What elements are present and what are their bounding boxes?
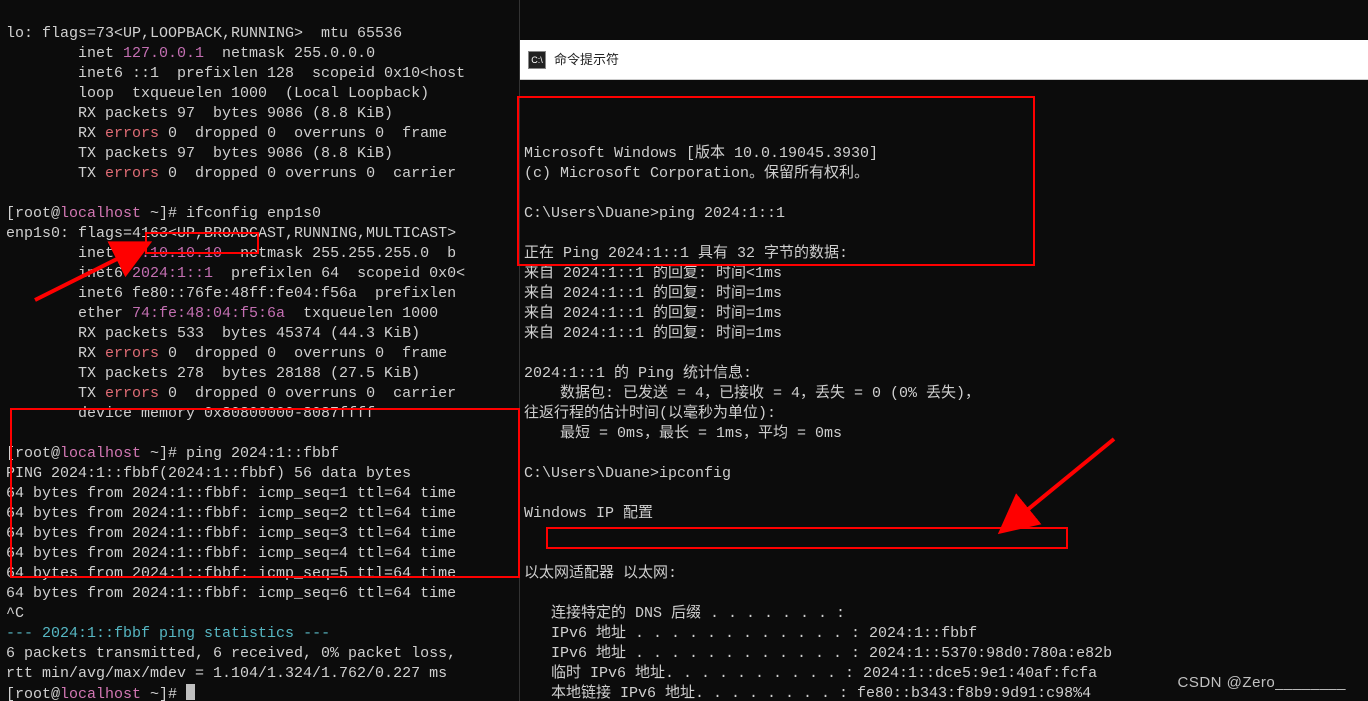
line: 正在 Ping 2024:1::1 具有 32 字节的数据:	[524, 245, 848, 262]
prompt: [root@localhost ~]# ping 2024:1::fbbf	[6, 445, 339, 462]
line: IPv6 地址 . . . . . . . . . . . . : 2024:1…	[524, 625, 977, 642]
line: inet6 2024:1::1 prefixlen 64 scopeid 0x0…	[6, 265, 465, 282]
line: enp1s0: flags=4163<UP,BROADCAST,RUNNING,…	[6, 225, 456, 242]
line: 64 bytes from 2024:1::fbbf: icmp_seq=1 t…	[6, 485, 456, 502]
line: IPv6 地址 . . . . . . . . . . . . : 2024:1…	[524, 645, 1112, 662]
windows-cmd[interactable]: C:\ 命令提示符 Microsoft Windows [版本 10.0.190…	[519, 0, 1368, 701]
line: 64 bytes from 2024:1::fbbf: icmp_seq=3 t…	[6, 525, 456, 542]
line: 以太网适配器 以太网:	[524, 565, 677, 582]
line: 临时 IPv6 地址. . . . . . . . . . : 2024:1::…	[524, 665, 1097, 682]
line: RX errors 0 dropped 0 overruns 0 frame	[6, 345, 456, 362]
line: 往返行程的估计时间(以毫秒为单位):	[524, 405, 776, 422]
line: 连接特定的 DNS 后缀 . . . . . . . :	[524, 605, 845, 622]
line: RX errors 0 dropped 0 overruns 0 frame	[6, 125, 456, 142]
line: 6 packets transmitted, 6 received, 0% pa…	[6, 645, 456, 662]
line: 来自 2024:1::1 的回复: 时间=1ms	[524, 285, 782, 302]
line: RX packets 97 bytes 9086 (8.8 KiB)	[6, 105, 393, 122]
line: 本地链接 IPv6 地址. . . . . . . . : fe80::b343…	[524, 685, 1091, 701]
line: Microsoft Windows [版本 10.0.19045.3930]	[524, 145, 878, 162]
watermark: CSDN @Zero________	[1178, 674, 1346, 691]
line: 来自 2024:1::1 的回复: 时间=1ms	[524, 305, 782, 322]
cmd-icon: C:\	[528, 51, 546, 69]
line: C:\Users\Duane>ping 2024:1::1	[524, 205, 785, 222]
line: 64 bytes from 2024:1::fbbf: icmp_seq=6 t…	[6, 585, 456, 602]
line: device memory 0x80800000-8087ffff	[6, 405, 375, 422]
line: 最短 = 0ms，最长 = 1ms，平均 = 0ms	[524, 425, 842, 442]
line: 来自 2024:1::1 的回复: 时间=1ms	[524, 325, 782, 342]
cmd-titlebar: C:\ 命令提示符	[520, 40, 1368, 80]
line: TX errors 0 dropped 0 overruns 0 carrier	[6, 385, 465, 402]
line: 64 bytes from 2024:1::fbbf: icmp_seq=4 t…	[6, 545, 456, 562]
line: (c) Microsoft Corporation。保留所有权利。	[524, 165, 869, 182]
line: lo: flags=73<UP,LOOPBACK,RUNNING> mtu 65…	[6, 25, 402, 42]
line: TX packets 97 bytes 9086 (8.8 KiB)	[6, 145, 393, 162]
line: TX errors 0 dropped 0 overruns 0 carrier	[6, 165, 465, 182]
line: 64 bytes from 2024:1::fbbf: icmp_seq=5 t…	[6, 565, 456, 582]
line: 64 bytes from 2024:1::fbbf: icmp_seq=2 t…	[6, 505, 456, 522]
line: 数据包: 已发送 = 4，已接收 = 4，丢失 = 0 (0% 丢失)，	[524, 385, 980, 402]
cmd-title: 命令提示符	[554, 50, 619, 70]
cursor-icon	[186, 684, 195, 700]
line: C:\Users\Duane>ipconfig	[524, 465, 731, 482]
line: Windows IP 配置	[524, 505, 653, 522]
prompt[interactable]: [root@localhost ~]#	[6, 686, 195, 701]
line: TX packets 278 bytes 28188 (27.5 KiB)	[6, 365, 420, 382]
line: inet 127.0.0.1 netmask 255.0.0.0	[6, 45, 375, 62]
line: inet6 fe80::76fe:48ff:fe04:f56a prefixle…	[6, 285, 456, 302]
prompt: [root@localhost ~]# ifconfig enp1s0	[6, 205, 321, 222]
line: rtt min/avg/max/mdev = 1.104/1.324/1.762…	[6, 665, 447, 682]
line: 来自 2024:1::1 的回复: 时间<1ms	[524, 265, 782, 282]
line: --- 2024:1::fbbf ping statistics ---	[6, 625, 330, 642]
line: inet6 ::1 prefixlen 128 scopeid 0x10<hos…	[6, 65, 465, 82]
line: RX packets 533 bytes 45374 (44.3 KiB)	[6, 325, 420, 342]
linux-terminal[interactable]: lo: flags=73<UP,LOOPBACK,RUNNING> mtu 65…	[0, 0, 519, 701]
line: PING 2024:1::fbbf(2024:1::fbbf) 56 data …	[6, 465, 411, 482]
line: 2024:1::1 的 Ping 统计信息:	[524, 365, 752, 382]
line: loop txqueuelen 1000 (Local Loopback)	[6, 85, 429, 102]
line: ^C	[6, 605, 24, 622]
line: ether 74:fe:48:04:f5:6a txqueuelen 1000	[6, 305, 438, 322]
line: inet 10.10.10.10 netmask 255.255.255.0 b	[6, 245, 456, 262]
